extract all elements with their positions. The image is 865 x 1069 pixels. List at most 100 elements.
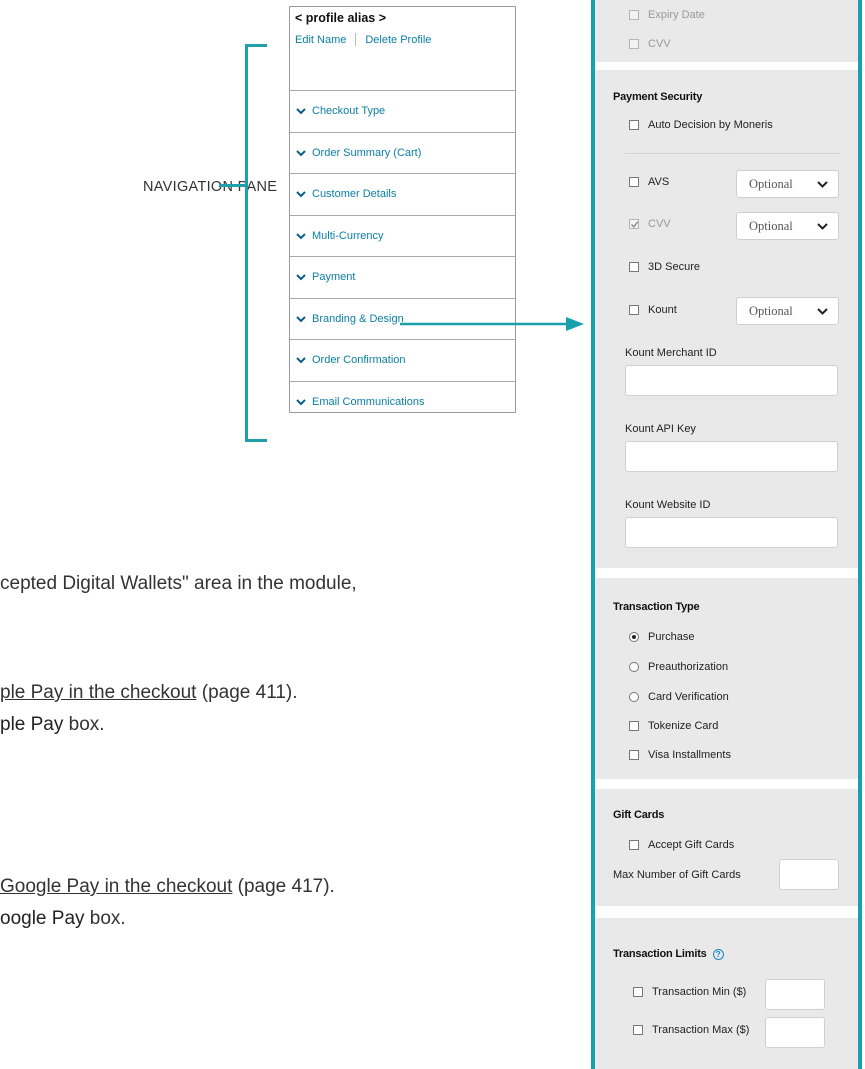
chevron-down-icon: [817, 308, 828, 315]
body-text-line: cepted Digital Wallets" area in the modu…: [0, 573, 357, 594]
apple-pay-link[interactable]: ple Pay in the checkout: [0, 682, 196, 703]
transaction-type-section: Transaction Type Purchase Preauthorizati…: [595, 578, 858, 779]
edit-name-link[interactable]: Edit Name: [295, 34, 346, 46]
avs-select[interactable]: Optional: [736, 170, 839, 198]
max-gift-cards-label: Max Number of Gift Cards: [613, 869, 741, 881]
accept-gift-cards-option[interactable]: Accept Gift Cards: [629, 839, 734, 851]
option-label: Card Verification: [648, 691, 729, 703]
select-value: Optional: [749, 218, 793, 233]
body-text-fragment: (page 411).: [196, 682, 298, 703]
option-label: Purchase: [648, 631, 695, 643]
chevron-down-icon: [296, 108, 306, 115]
nav-item-email-communications[interactable]: Email Communications: [290, 382, 515, 424]
option-label: Accept Gift Cards: [648, 839, 735, 851]
radio-selected[interactable]: [629, 632, 639, 642]
nav-item-label: Customer Details: [312, 188, 397, 201]
nav-item-label: Checkout Type: [312, 105, 386, 118]
section-heading: Transaction Limits ?: [613, 948, 724, 960]
bracket-line: [245, 44, 248, 442]
option-label: Kount: [648, 304, 677, 316]
body-text-line: ple Pay box.: [0, 714, 105, 736]
payment-settings-panel: Expiry Date CVV Payment Security Auto De…: [591, 0, 862, 1069]
delete-profile-link[interactable]: Delete Profile: [365, 34, 431, 46]
card-verification-option[interactable]: Card Verification: [629, 691, 729, 703]
nav-item-label: Order Confirmation: [312, 354, 406, 367]
radio[interactable]: [629, 692, 639, 702]
radio[interactable]: [629, 662, 639, 672]
nav-item-multi-currency[interactable]: Multi-Currency: [290, 216, 515, 257]
purchase-option[interactable]: Purchase: [629, 631, 694, 643]
preauthorization-option[interactable]: Preauthorization: [629, 661, 728, 673]
divider: [625, 153, 840, 154]
visa-installments-option[interactable]: Visa Installments: [629, 749, 731, 761]
option-label: CVV: [648, 38, 671, 50]
body-text-line: Google Pay in the checkout (page 417).: [0, 876, 335, 898]
checkbox[interactable]: [629, 39, 639, 49]
checkbox[interactable]: [629, 305, 639, 315]
transaction-max-option[interactable]: Transaction Max ($): [633, 1024, 749, 1036]
nav-item-order-summary[interactable]: Order Summary (Cart): [290, 133, 515, 174]
select-value: Optional: [749, 303, 793, 318]
kount-api-key-input[interactable]: [625, 441, 838, 472]
tokenize-card-option[interactable]: Tokenize Card: [629, 720, 718, 732]
auto-decision-option[interactable]: Auto Decision by Moneris: [629, 119, 773, 131]
3d-secure-option[interactable]: 3D Secure: [629, 261, 700, 273]
nav-item-label: Payment: [312, 271, 356, 284]
body-text-fragment: (page 417).: [232, 876, 335, 897]
cvv-option[interactable]: CVV: [629, 38, 671, 50]
cvv-select[interactable]: Optional: [736, 212, 839, 240]
nav-item-customer-details[interactable]: Customer Details: [290, 174, 515, 216]
kount-website-id-input[interactable]: [625, 517, 838, 548]
nav-item-label: Branding & Design: [312, 312, 404, 325]
body-text-line: ple Pay in the checkout (page 411).: [0, 682, 298, 704]
help-icon[interactable]: ?: [712, 948, 724, 960]
kount-option[interactable]: Kount: [629, 304, 677, 316]
callout-arrow-icon: [400, 317, 584, 331]
chevron-down-icon: [296, 399, 306, 406]
nav-item-payment[interactable]: Payment: [290, 257, 515, 299]
checkbox[interactable]: [629, 120, 639, 130]
checkbox[interactable]: [629, 721, 639, 731]
profile-alias: < profile alias >: [295, 11, 387, 25]
avs-option[interactable]: AVS: [629, 176, 669, 188]
nav-item-label: Email Communications: [312, 396, 425, 409]
checkbox[interactable]: [629, 10, 639, 20]
option-label: Auto Decision by Moneris: [648, 119, 773, 131]
chevron-down-icon: [296, 150, 306, 157]
kount-api-key-label: Kount API Key: [625, 423, 696, 435]
card-fields-section: Expiry Date CVV: [595, 0, 858, 62]
section-heading: Transaction Type: [613, 601, 700, 613]
chevron-down-icon: [296, 191, 306, 198]
body-text-bold: oogle Pay: [0, 908, 85, 929]
option-label: CVV: [648, 218, 671, 230]
checkbox[interactable]: [629, 177, 639, 187]
transaction-max-input[interactable]: [765, 1017, 825, 1048]
nav-item-label: Order Summary (Cart): [312, 146, 422, 159]
option-label: Transaction Max ($): [652, 1024, 750, 1036]
cvv-security-option[interactable]: CVV: [629, 218, 671, 230]
checkbox[interactable]: [633, 1025, 643, 1035]
google-pay-link[interactable]: Google Pay in the checkout: [0, 876, 232, 897]
chevron-down-icon: [296, 357, 306, 364]
checkbox[interactable]: [629, 840, 639, 850]
max-gift-cards-input[interactable]: [779, 859, 839, 890]
checkbox[interactable]: [633, 987, 643, 997]
expiry-date-option[interactable]: Expiry Date: [629, 9, 705, 21]
checkbox[interactable]: [629, 262, 639, 272]
checkbox[interactable]: [629, 750, 639, 760]
navigation-pane-label: NAVIGATION PANE: [143, 179, 278, 195]
transaction-min-option[interactable]: Transaction Min ($): [633, 986, 746, 998]
body-text-fragment: box.: [84, 908, 126, 929]
nav-item-order-confirmation[interactable]: Order Confirmation: [290, 340, 515, 382]
heading-text: Transaction Limits: [613, 948, 707, 960]
option-label: Transaction Min ($): [652, 986, 747, 998]
nav-header: < profile alias > Edit Name Delete Profi…: [290, 7, 515, 91]
gift-cards-section: Gift Cards Accept Gift Cards Max Number …: [595, 789, 858, 906]
kount-select[interactable]: Optional: [736, 297, 839, 325]
kount-merchant-id-input[interactable]: [625, 365, 838, 396]
chevron-down-icon: [817, 223, 828, 230]
transaction-min-input[interactable]: [765, 979, 825, 1010]
checkbox-checked[interactable]: [629, 219, 639, 229]
kount-website-id-label: Kount Website ID: [625, 499, 711, 511]
nav-item-checkout-type[interactable]: Checkout Type: [290, 91, 515, 133]
